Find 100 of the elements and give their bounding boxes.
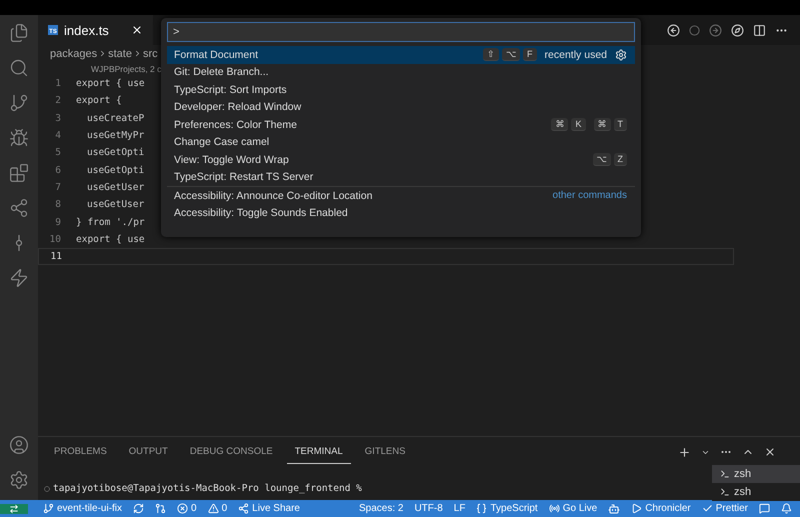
command-item[interactable]: TypeScript: Restart TS Server (167, 168, 635, 186)
code-line: useGetMyPr (86, 130, 144, 142)
copilot-icon[interactable] (608, 502, 620, 514)
files-icon[interactable] (9, 23, 29, 43)
code-line: useGetUser (86, 199, 144, 210)
settings-icon[interactable] (9, 470, 29, 490)
line-number: 10 (48, 234, 62, 245)
command-item[interactable]: Git: Delete Branch... (167, 64, 635, 81)
breadcrumb-item[interactable]: src (142, 48, 158, 60)
terminal-icon (720, 487, 730, 497)
status-item[interactable]: LF (454, 503, 466, 514)
breadcrumb-item[interactable]: packages (50, 48, 98, 60)
git-graph-icon[interactable] (155, 503, 166, 514)
code-line: useGetOpti (86, 147, 144, 158)
command-item[interactable]: Developer: Reload Window (167, 98, 635, 116)
command-item[interactable]: Change Case camel (167, 134, 635, 151)
key-cap: T (614, 118, 627, 132)
code-line: useGetOpti (86, 164, 144, 176)
key-cap: ⌘ (551, 118, 568, 132)
braces-icon (476, 503, 488, 514)
line-number: 2 (54, 95, 62, 106)
key-cap: F (523, 48, 537, 62)
split-editor-icon[interactable] (753, 24, 766, 36)
remote-icon (9, 504, 19, 514)
status-item[interactable]: Prettier (702, 503, 748, 514)
line-number: 9 (54, 216, 62, 228)
check-icon (702, 503, 713, 514)
debug-icon[interactable] (9, 128, 29, 148)
feedback-icon[interactable] (759, 503, 770, 514)
share-icon[interactable] (9, 198, 29, 218)
code-line: export { use (76, 78, 145, 90)
key-cap: Z (614, 153, 627, 166)
code-line: } from './pr (76, 216, 145, 228)
terminal-item[interactable]: zsh (712, 465, 800, 483)
key-cap: K (571, 118, 586, 132)
bell-icon[interactable] (781, 503, 792, 514)
search-icon[interactable] (9, 58, 29, 78)
command-item[interactable]: Accessibility: Toggle Sounds Enabled (167, 204, 635, 222)
code-line: export { use (76, 234, 145, 245)
add-icon[interactable] (678, 446, 691, 458)
command-input[interactable]: > (167, 22, 635, 42)
line-number: 8 (54, 199, 62, 210)
branch-icon[interactable] (9, 93, 29, 113)
lightning-icon[interactable] (9, 268, 29, 288)
compass-icon[interactable] (731, 24, 744, 36)
remote-button[interactable] (0, 504, 28, 514)
terminal-prompt: tapajyotibose@Tapajyotis-MacBook-Pro lounge_frontend % (53, 483, 362, 494)
status-item[interactable]: TypeScript (476, 503, 538, 514)
panel-tab[interactable]: TERMINAL (286, 440, 351, 464)
status-item[interactable]: Go Live (548, 503, 598, 514)
broadcast-icon (548, 503, 560, 514)
code-line: useCreateP (86, 112, 144, 124)
close-icon[interactable] (131, 24, 143, 36)
panel-tab[interactable]: GITLENS (356, 440, 414, 464)
play-icon (631, 503, 642, 514)
status-item[interactable]: Chronicler (631, 503, 691, 514)
line-number: 4 (54, 130, 62, 142)
status-item[interactable]: event-tile-ui-fix (43, 503, 122, 514)
recently-used-label: recently used (544, 48, 607, 61)
key-cap: ⇧ (483, 48, 500, 62)
account-icon[interactable] (9, 435, 29, 455)
terminal-icon (720, 469, 730, 479)
status-item[interactable]: 0 (177, 503, 197, 514)
sync-icon[interactable] (133, 503, 144, 514)
status-item[interactable]: Spaces: 2 (358, 503, 404, 514)
panel-tab[interactable]: OUTPUT (120, 440, 176, 464)
command-item[interactable]: View: Toggle Word Wrap ⌥ Z (167, 151, 635, 168)
line-number: 11 (50, 251, 63, 262)
command-item[interactable]: Accessibility: Announce Co-editor Location other commands (167, 186, 635, 204)
forward-icon[interactable] (709, 24, 722, 36)
key-cap: ⌥ (502, 48, 520, 62)
panel-tab[interactable]: DEBUG CONSOLE (182, 440, 281, 464)
close-icon[interactable] (764, 446, 776, 458)
circle-icon[interactable] (689, 24, 700, 36)
status-item[interactable]: UTF-8 (414, 503, 443, 514)
command-item[interactable]: Preferences: Color Theme ⌘ K ⌘ T (167, 116, 635, 134)
line-number: 6 (54, 164, 62, 176)
line-number: 7 (54, 182, 62, 193)
extensions-icon[interactable] (9, 163, 29, 183)
other-commands-link[interactable]: other commands (552, 190, 627, 202)
line-number: 1 (54, 78, 62, 90)
code-line: useGetUser (86, 182, 144, 193)
share-icon (238, 503, 250, 514)
status-item[interactable]: Live Share (238, 503, 300, 514)
line-number: 5 (54, 147, 62, 158)
codelens-text[interactable]: WJPBProjects, 2 c (91, 64, 162, 75)
branch-icon (43, 503, 54, 514)
breadcrumb-item[interactable]: state (108, 48, 132, 60)
status-item[interactable]: 0 (208, 503, 228, 514)
error-icon (177, 503, 188, 514)
warning-icon (208, 503, 219, 514)
line-number: 3 (54, 112, 62, 124)
back-icon[interactable] (667, 24, 680, 36)
circle-icon (44, 486, 50, 492)
command-item[interactable]: TypeScript: Sort Imports (167, 81, 635, 98)
command-item[interactable]: Format Document ⇧ ⌥ F recently used (167, 46, 635, 64)
key-cap: ⌘ (594, 118, 610, 132)
code-line: export { (76, 95, 122, 106)
key-cap: ⌥ (592, 153, 610, 166)
panel-tab[interactable]: PROBLEMS (46, 440, 115, 464)
